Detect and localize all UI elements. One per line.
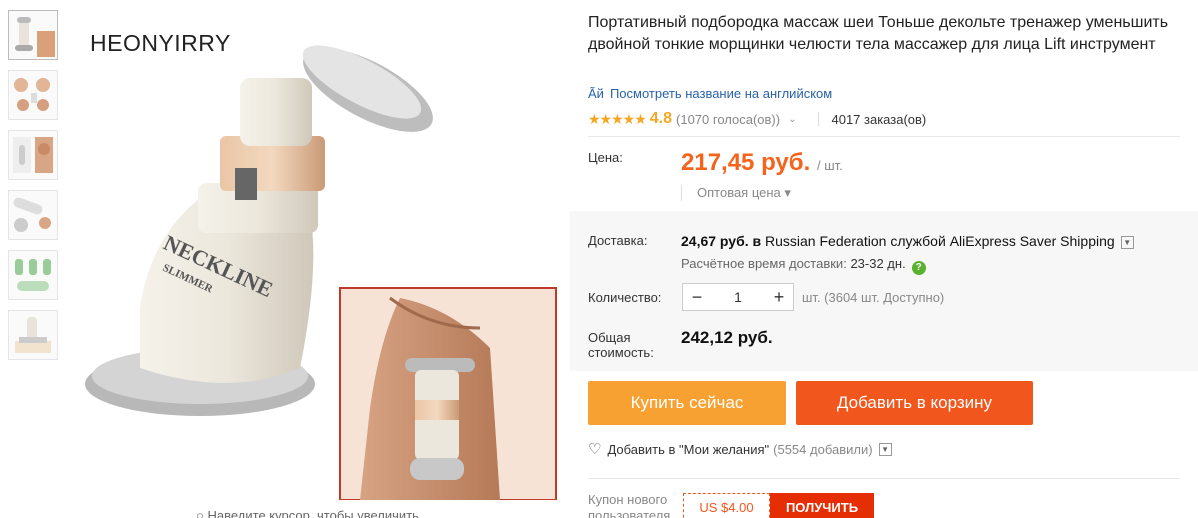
question-icon[interactable]: ? [911,261,926,275]
get-coupon-button[interactable]: ПОЛУЧИТЬ [770,493,874,518]
available-quantity: шт. (3604 шт. Доступно) [802,290,945,305]
price-value: 217,45 руб. [681,149,811,176]
price-label: Цена: [588,150,623,165]
price-unit: / шт. [817,158,843,173]
translate-link-text: Посмотреть название на английском [609,86,833,101]
thumbnail-4[interactable] [8,190,58,240]
orders-count: 4017 заказа(ов) [831,111,927,127]
shipping-cost: 24,67 руб. [681,233,749,249]
thumbnail-6[interactable] [8,310,58,360]
search-icon: ○ [196,508,208,518]
buy-now-button[interactable]: Купить сейчас [588,381,786,425]
brand-logo: HEONYIRRY [90,30,231,56]
zoom-hint: ○ Наведите курсор, чтобы увеличить [196,508,419,518]
star-rating-icon: ★★★★★ [588,110,647,127]
add-to-wishlist-link[interactable]: ♡ Добавить в "Мои желания" (5554 добавил… [588,440,892,458]
quantity-label: Количество: [588,290,662,305]
total-price: 242,12 руб. [681,328,773,347]
thumbnail-1[interactable] [8,10,58,60]
quantity-input[interactable]: 1 [711,289,765,305]
shipping-info: 24,67 руб. в Russian Federation службой … [681,233,1134,249]
thumbnail-5[interactable] [8,250,58,300]
coupon-label: Купон нового пользователя [588,492,671,518]
wholesale-price-dropdown[interactable]: Оптовая цена ▾ [681,185,791,201]
add-to-cart-button[interactable]: Добавить в корзину [796,381,1033,425]
main-product-image[interactable]: HEONYIRRY NECKLINE SLIMMER ○ Наведите ку… [70,8,560,518]
shipping-label: Доставка: [588,233,648,248]
shipping-service: AliExpress Saver Shipping [949,233,1115,249]
divider [588,136,1180,137]
wishlist-count: (5554 добавили) [773,441,873,457]
wishlist-label: Добавить в "Мои желания" [607,441,770,457]
translate-icon: A͂й [588,86,604,101]
chevron-down-icon[interactable]: ▼ [878,442,892,456]
translate-title-link[interactable]: A͂й Посмотреть название на английском [588,86,832,101]
shipping-dropdown-icon[interactable]: ▼ [1120,236,1134,249]
votes-count[interactable]: (1070 голоса(ов)) [676,112,780,127]
thumbnail-list [8,10,60,370]
decrease-quantity-button[interactable]: − [683,287,711,308]
shipping-destination: Russian Federation [765,233,887,249]
thumbnail-2[interactable] [8,70,58,120]
total-label: Общая стоимость: [588,330,654,360]
rating-row: ★★★★★ 4.8 (1070 голоса(ов)) ⌄ 4017 заказ… [588,110,926,128]
coupon-value: US $4.00 [683,493,770,518]
rating-score: 4.8 [649,110,673,127]
delivery-days: 23-32 дн. [850,256,906,271]
divider [588,478,1180,479]
quantity-stepper: − 1 + [682,283,794,311]
delivery-estimate: Расчётное время доставки: 23-32 дн.? [681,256,926,275]
product-illustration: NECKLINE SLIMMER [85,45,557,501]
heart-icon: ♡ [588,441,602,458]
thumbnail-3[interactable] [8,130,58,180]
divider [818,112,820,126]
chevron-down-icon[interactable]: ⌄ [788,114,796,125]
product-title: Портативный подбородка массаж шеи Тоньше… [588,14,1169,53]
increase-quantity-button[interactable]: + [765,287,793,308]
